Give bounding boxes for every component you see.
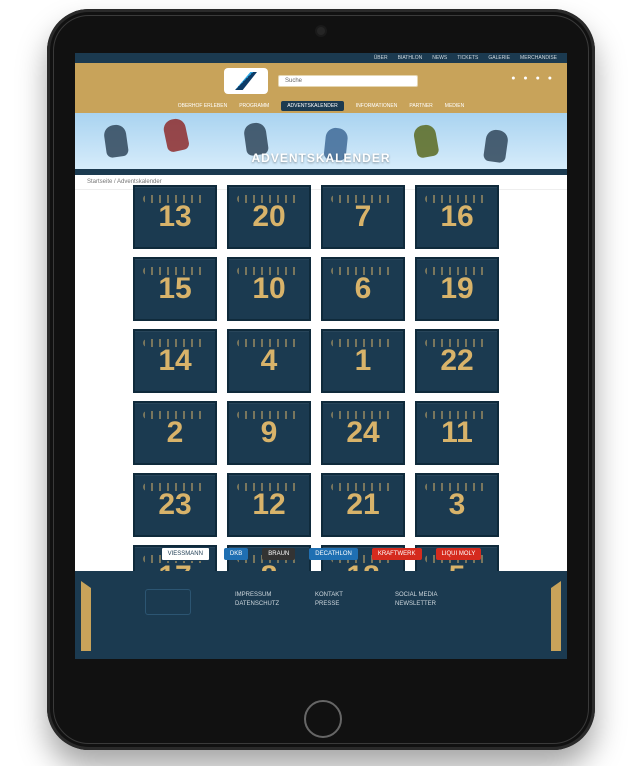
nav-item-programm[interactable]: PROGRAMM xyxy=(239,103,269,109)
advent-door[interactable]: 18 xyxy=(321,545,405,609)
front-camera xyxy=(317,27,325,35)
athlete-shape xyxy=(102,123,130,159)
advent-door[interactable]: 23 xyxy=(133,473,217,537)
site-footer: IMPRESSUM DATENSCHUTZ KONTAKT PRESSE SOC… xyxy=(75,571,567,659)
advent-door[interactable]: 12 xyxy=(227,473,311,537)
footer-link[interactable]: SOCIAL MEDIA xyxy=(395,591,437,600)
sponsor-logo[interactable]: KRAFTWERK xyxy=(371,548,422,560)
sponsor-logo[interactable]: DKB xyxy=(223,548,249,560)
sponsor-logo[interactable]: BRAUN xyxy=(262,548,296,560)
hero-banner: ADVENTSKALENDER xyxy=(75,113,567,175)
footer-column-3: SOCIAL MEDIA NEWSLETTER xyxy=(395,591,437,609)
advent-door[interactable]: 6 xyxy=(321,257,405,321)
sponsor-logo[interactable]: VIESSMANN xyxy=(160,547,210,561)
footer-column-1: IMPRESSUM DATENSCHUTZ xyxy=(235,591,279,609)
brand-header: Suche ● ● ● ● xyxy=(75,63,567,99)
footer-logo[interactable] xyxy=(145,589,191,615)
advent-door[interactable]: 10 xyxy=(227,257,311,321)
advent-door[interactable]: 7 xyxy=(321,185,405,249)
main-navigation: OBERHOF ERLEBEN PROGRAMM ADVENTSKALENDER… xyxy=(75,99,567,113)
advent-door[interactable]: 11 xyxy=(415,401,499,465)
search-placeholder: Suche xyxy=(285,78,303,84)
athlete-shape xyxy=(482,128,510,164)
athlete-shape xyxy=(242,121,270,157)
nav-item-oberhof-erleben[interactable]: OBERHOF ERLEBEN xyxy=(178,103,227,109)
logo-mark-icon xyxy=(235,72,257,90)
page-title: ADVENTSKALENDER xyxy=(251,151,391,165)
advent-door[interactable]: 19 xyxy=(415,257,499,321)
footer-link[interactable]: NEWSLETTER xyxy=(395,600,437,609)
advent-door[interactable]: 5 xyxy=(415,545,499,609)
topbar-item-5[interactable]: GALERIE xyxy=(488,55,510,61)
site-logo[interactable] xyxy=(224,68,268,94)
athlete-shape xyxy=(323,126,349,162)
topbar-item-1[interactable]: ÜBER xyxy=(374,55,388,61)
advent-door[interactable]: 2 xyxy=(133,401,217,465)
footer-gold-accent-left xyxy=(81,581,91,651)
footer-link[interactable]: KONTAKT xyxy=(315,591,343,600)
advent-door[interactable]: 20 xyxy=(227,185,311,249)
advent-door[interactable]: 1 xyxy=(321,329,405,393)
social-icons: ● ● ● ● xyxy=(511,75,555,82)
advent-calendar-grid: 13 20 7 16 15 10 6 19 14 4 1 22 2 9 24 1… xyxy=(133,185,508,609)
sponsor-strip: VIESSMANN DKB BRAUN DECATHLON KRAFTWERK … xyxy=(93,547,549,561)
advent-door[interactable]: 24 xyxy=(321,401,405,465)
advent-door[interactable]: 13 xyxy=(133,185,217,249)
top-utility-bar: ÜBER BIATHLON NEWS TICKETS GALERIE MERCH… xyxy=(75,53,567,63)
topbar-item-6[interactable]: MERCHANDISE xyxy=(520,55,557,61)
search-input[interactable]: Suche xyxy=(278,75,418,87)
footer-link[interactable]: DATENSCHUTZ xyxy=(235,600,279,609)
nav-item-medien[interactable]: MEDIEN xyxy=(445,103,464,109)
footer-column-2: KONTAKT PRESSE xyxy=(315,591,343,609)
advent-door[interactable]: 15 xyxy=(133,257,217,321)
advent-door[interactable]: 8 xyxy=(227,545,311,609)
topbar-item-3[interactable]: NEWS xyxy=(432,55,447,61)
nav-item-partner[interactable]: PARTNER xyxy=(409,103,432,109)
breadcrumb[interactable]: Startseite / Adventskalender xyxy=(75,175,567,190)
athlete-shape xyxy=(161,117,191,153)
advent-door[interactable]: 21 xyxy=(321,473,405,537)
nav-item-adventskalender[interactable]: ADVENTSKALENDER xyxy=(281,101,344,111)
tablet-device: ÜBER BIATHLON NEWS TICKETS GALERIE MERCH… xyxy=(47,9,595,750)
footer-link[interactable]: PRESSE xyxy=(315,600,343,609)
topbar-item-2[interactable]: BIATHLON xyxy=(398,55,423,61)
footer-gold-accent-right xyxy=(551,581,561,651)
athlete-shape xyxy=(412,123,440,159)
advent-door[interactable]: 14 xyxy=(133,329,217,393)
nav-item-informationen[interactable]: INFORMATIONEN xyxy=(356,103,398,109)
advent-door[interactable]: 16 xyxy=(415,185,499,249)
advent-door[interactable]: 3 xyxy=(415,473,499,537)
topbar-item-4[interactable]: TICKETS xyxy=(457,55,478,61)
advent-door[interactable]: 22 xyxy=(415,329,499,393)
footer-link[interactable]: IMPRESSUM xyxy=(235,591,279,600)
advent-door[interactable]: 17 xyxy=(133,545,217,609)
home-button[interactable] xyxy=(304,700,342,738)
advent-door[interactable]: 4 xyxy=(227,329,311,393)
sponsor-logo[interactable]: DECATHLON xyxy=(309,548,358,560)
advent-door[interactable]: 9 xyxy=(227,401,311,465)
tablet-screen: ÜBER BIATHLON NEWS TICKETS GALERIE MERCH… xyxy=(75,53,567,659)
sponsor-logo[interactable]: LIQUI MOLY xyxy=(435,548,482,560)
